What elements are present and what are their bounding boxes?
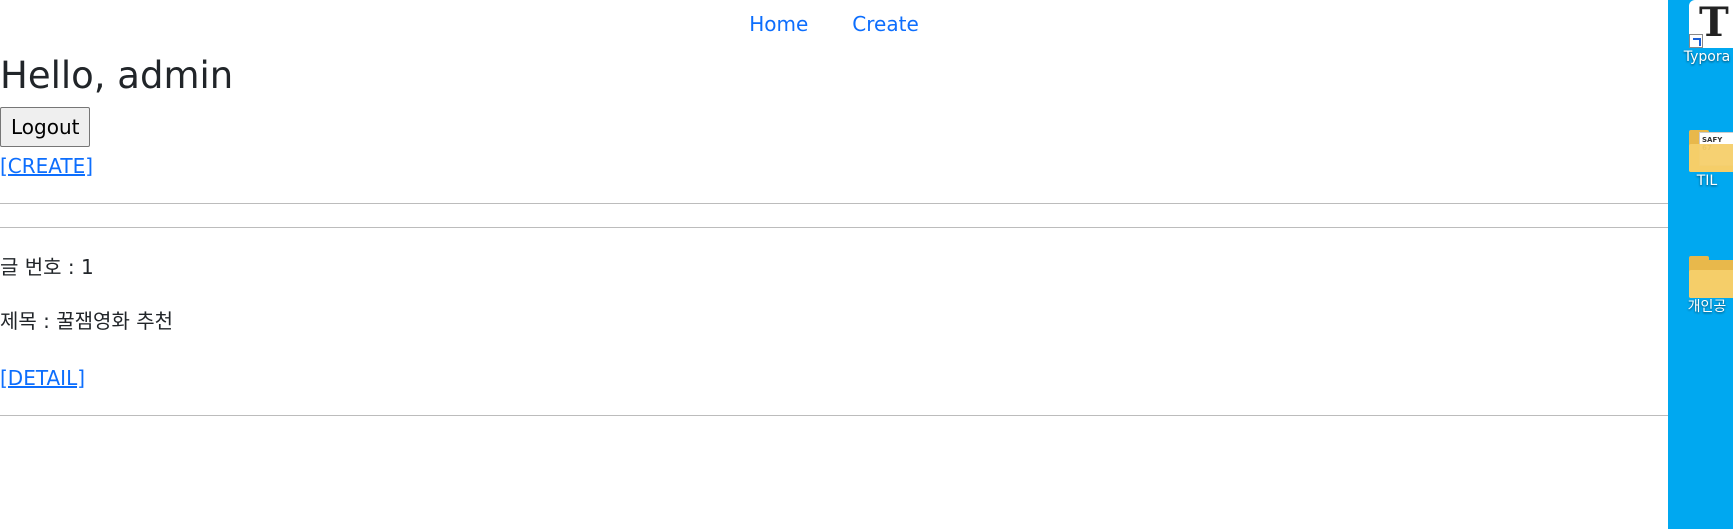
desktop-shortcut-typora[interactable]: T Typora	[1682, 0, 1733, 66]
create-article-link[interactable]: [CREATE]	[0, 153, 93, 179]
divider	[0, 203, 1668, 204]
typora-app-icon: T	[1689, 0, 1733, 48]
desktop-icon-label: 개인공	[1687, 299, 1727, 315]
desktop-background: T Typora SAFY 67 TIL 개인공	[1668, 0, 1733, 529]
article-detail-link[interactable]: [DETAIL]	[0, 365, 85, 391]
nav-home-link[interactable]: Home	[749, 8, 808, 40]
desktop-folder-til[interactable]: SAFY 67 TIL	[1682, 130, 1733, 190]
typora-glyph-letter: T	[1699, 0, 1729, 46]
nav-create-link[interactable]: Create	[852, 8, 918, 40]
divider	[0, 415, 1668, 416]
shortcut-arrow-icon	[1689, 34, 1703, 48]
article-title: 제목 : 꿀잼영화 추천	[0, 309, 174, 333]
folder-icon	[1689, 256, 1733, 298]
desktop-folder-personal[interactable]: 개인공	[1682, 256, 1733, 316]
logout-button[interactable]: Logout	[0, 107, 91, 147]
greeting-heading: Hello, admin	[0, 54, 234, 97]
browser-viewport: Home Create Hello, admin Logout [CREATE]…	[0, 0, 1668, 529]
folder-icon: SAFY 67	[1689, 130, 1733, 172]
divider	[0, 227, 1668, 228]
desktop-icon-label: Typora	[1683, 49, 1731, 65]
article-number: 글 번호 : 1	[0, 255, 94, 279]
top-nav: Home Create	[0, 8, 1668, 40]
desktop-icon-label: TIL	[1696, 173, 1718, 189]
